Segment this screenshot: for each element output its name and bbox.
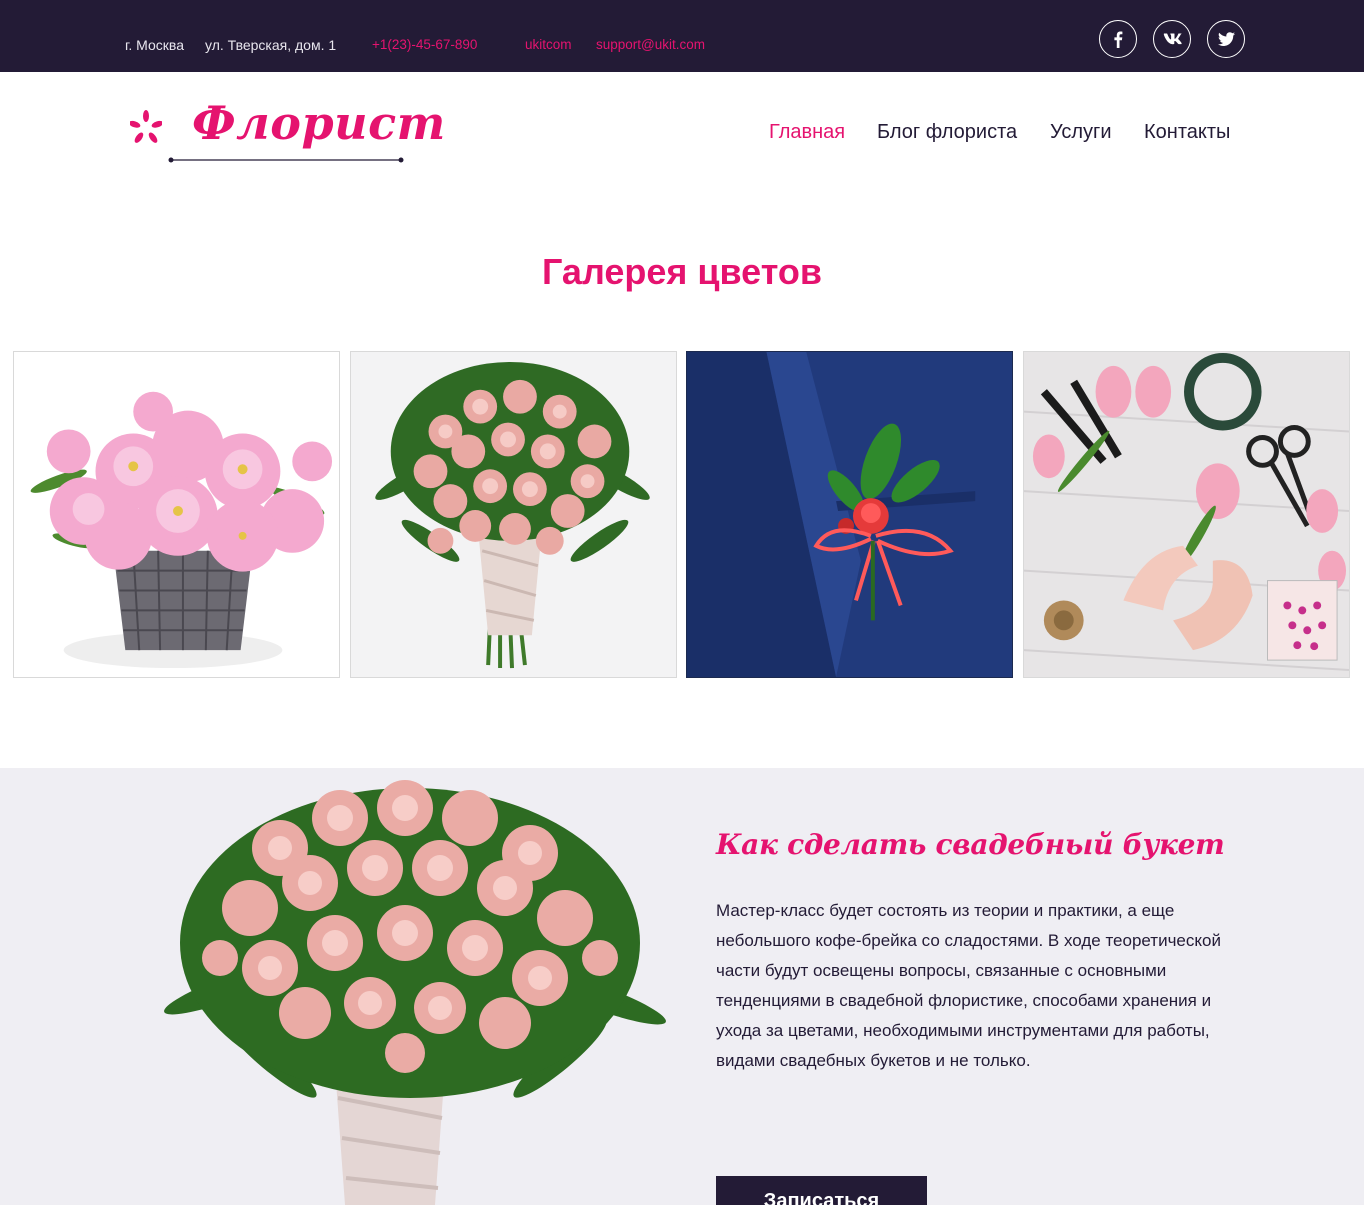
logo-text: Флорист [192,96,446,150]
red-boutonniere-on-suit-image [687,352,1012,677]
email-link[interactable]: support@ukit.com [596,37,705,53]
site-link[interactable]: ukitcom [525,37,572,53]
gallery-image-basket[interactable] [13,351,340,678]
nav-blog[interactable]: Блог флориста [877,120,1017,144]
nav-services[interactable]: Услуги [1050,120,1112,144]
vk-button[interactable] [1153,20,1191,58]
city-text: г. Москва [125,37,184,53]
promo-title: Как сделать свадебный букет [716,828,1225,861]
promo-description: Мастер-класс будет состоять из теории и … [716,901,1221,1070]
gallery-image-bouquet[interactable] [350,351,677,678]
nav-home[interactable]: Главная [769,120,845,144]
gallery-image-florist-hands[interactable] [1023,351,1350,678]
gallery-title: Галерея цветов [541,251,822,292]
twitter-icon [1217,32,1235,46]
address-text: ул. Тверская, дом. 1 [205,37,337,53]
phone-link[interactable]: +1(23)-45-67-890 [372,37,477,53]
pink-rose-bouquet-image [351,352,676,677]
flower-logo-icon [130,110,162,143]
facebook-button[interactable] [1099,20,1137,58]
top-bar: г. Москва ул. Тверская, дом. 1 +1(23)-45… [0,0,1364,72]
florist-hands-with-tools-image [1024,352,1349,677]
gallery-image-boutonniere[interactable] [686,351,1013,678]
pink-eustoma-basket-image [14,352,339,677]
signup-button[interactable]: Записаться [716,1176,927,1205]
nav-contacts[interactable]: Контакты [1144,120,1230,144]
vk-icon [1162,33,1182,45]
promo-bouquet-image [164,780,666,1205]
twitter-button[interactable] [1207,20,1245,58]
facebook-icon [1113,31,1123,48]
promo-section: Как сделать свадебный букет Мастер-класс… [0,768,1364,1205]
logo-underline [168,157,404,163]
